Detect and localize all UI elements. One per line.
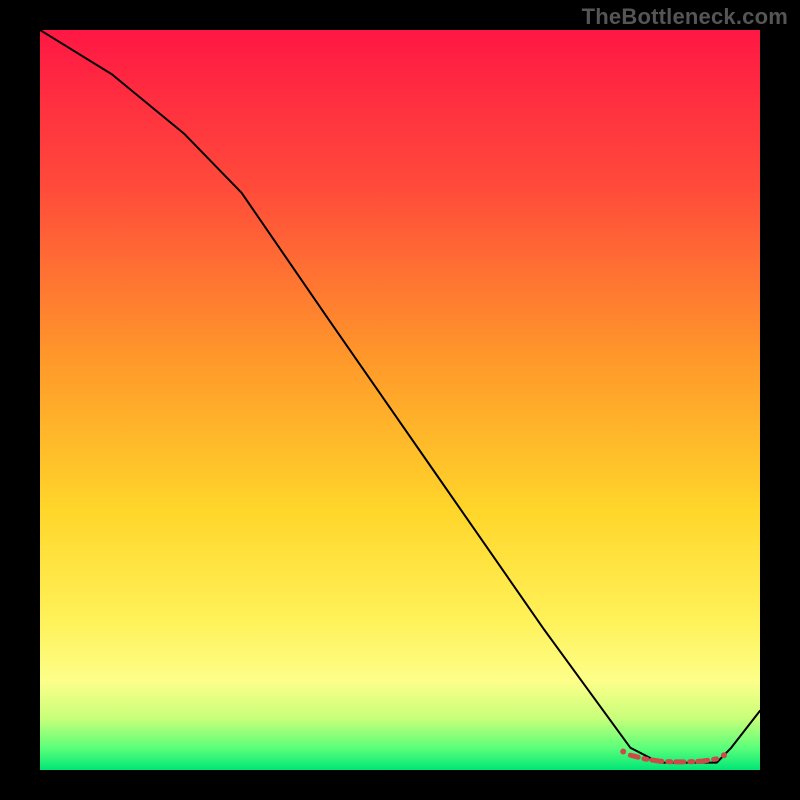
chart-svg (40, 30, 760, 770)
dot-band-dot (721, 752, 727, 758)
watermark-text: TheBottleneck.com (582, 4, 788, 30)
chart-stage: TheBottleneck.com (0, 0, 800, 800)
dot-band-dot (620, 749, 626, 755)
plot-area (40, 30, 760, 770)
gradient-background (40, 30, 760, 770)
